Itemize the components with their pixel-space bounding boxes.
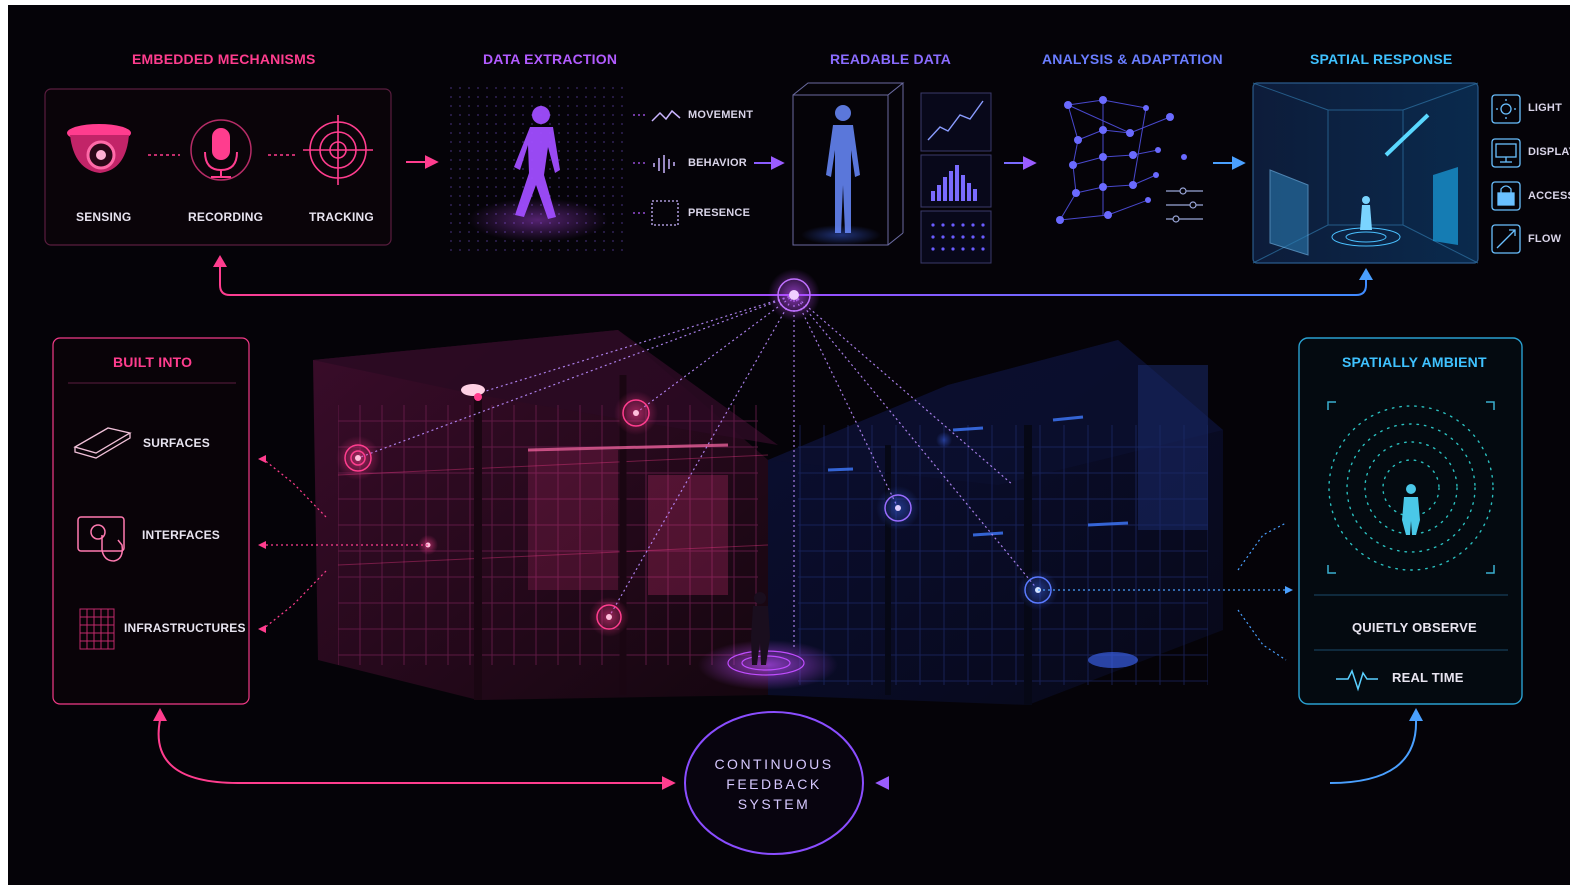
tracking-label: TRACKING	[309, 210, 374, 224]
bars-icon	[653, 155, 675, 173]
built-into-title: BUILT INTO	[113, 354, 193, 370]
data-extraction-title: DATA EXTRACTION	[483, 51, 618, 67]
interfaces-label: INTERFACES	[142, 528, 221, 542]
behavior-label: BEHAVIOR	[688, 157, 747, 169]
flow-icon	[1491, 224, 1521, 254]
access-label: ACCESS	[1528, 190, 1570, 202]
movement-label: MOVEMENT	[688, 109, 754, 121]
presence-label: PRESENCE	[688, 207, 751, 219]
sun-icon	[1491, 94, 1521, 124]
embedded-mechanisms-title: EMBEDDED MECHANISMS	[132, 51, 316, 67]
feedback-system-label: CONTINUOUS FEEDBACK SYSTEM	[685, 754, 863, 814]
lock-icon	[1491, 181, 1521, 211]
feedback-line-3: SYSTEM	[737, 796, 811, 812]
analysis-adaptation-title: ANALYSIS & ADAPTATION	[1042, 51, 1223, 67]
real-time-label: REAL TIME	[1392, 670, 1464, 685]
infrastructures-label: INFRASTRUCTURES	[124, 621, 246, 635]
feedback-line-2: FEEDBACK	[726, 776, 822, 792]
display-label: DISPLAY	[1528, 146, 1570, 158]
monitor-icon	[1491, 138, 1521, 168]
spatial-response-title: SPATIAL RESPONSE	[1310, 51, 1453, 67]
spatially-ambient-title: SPATIALLY AMBIENT	[1342, 354, 1487, 370]
sensing-label: SENSING	[76, 210, 132, 224]
recording-label: RECORDING	[188, 210, 264, 224]
readable-data-title: READABLE DATA	[830, 51, 952, 67]
flow-label: FLOW	[1528, 233, 1562, 245]
light-label: LIGHT	[1528, 102, 1562, 114]
diagram-graphics	[44, 82, 1523, 855]
feedback-line-1: CONTINUOUS	[714, 756, 834, 772]
diagram-canvas: EMBEDDED MECHANISMS DATA EXTRACTION READ…	[8, 5, 1570, 885]
surfaces-label: SURFACES	[143, 436, 210, 450]
wave-icon	[651, 109, 681, 122]
quietly-observe-label: QUIETLY OBSERVE	[1352, 620, 1477, 635]
square-icon	[651, 200, 679, 226]
